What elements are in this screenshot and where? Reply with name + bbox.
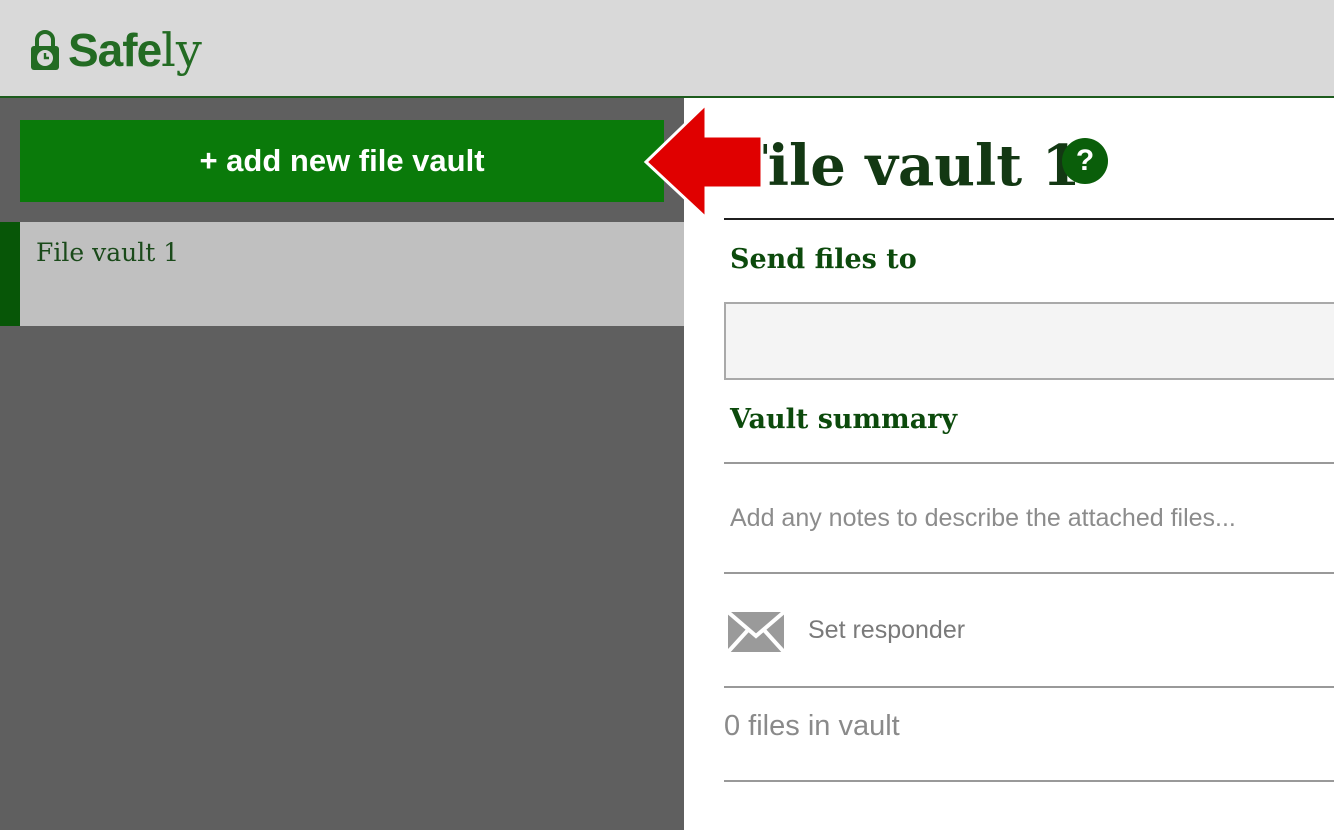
responder-divider [724,686,1334,688]
mail-icon [726,610,786,654]
set-responder-button[interactable]: Set responder [724,586,1334,674]
vault-notes-field[interactable] [724,474,1334,570]
add-new-vault-button[interactable]: + add new file vault [20,120,664,202]
vault-sidebar: + add new file vault File vault 1 [0,98,684,830]
red-arrow-icon [643,100,764,222]
notes-divider [724,572,1334,574]
sidebar-item-label: File vault 1 [36,238,180,267]
top-bar: Safe ly [0,0,1334,98]
lock-clock-icon [31,30,59,70]
send-files-input[interactable] [724,302,1334,380]
title-divider [724,218,1334,220]
page-title: File vault 1 [728,133,1081,199]
summary-divider [724,462,1334,464]
files-count: 0 files in vault [724,710,900,742]
safely-logo[interactable]: Safe ly [28,22,202,78]
files-divider [724,780,1334,782]
sidebar-item-file-vault-1[interactable]: File vault 1 [0,222,684,326]
vault-detail-panel: File vault 1 ? Send files to Vault summa… [684,98,1334,830]
help-icon[interactable]: ? [1062,138,1108,184]
send-files-label: Send files to [730,244,917,275]
selected-indicator [0,222,20,326]
set-responder-label: Set responder [808,615,966,644]
vault-summary-label: Vault summary [730,404,958,435]
logo-wordmark-bold: Safe [68,24,162,76]
logo-wordmark-light: ly [161,23,202,77]
